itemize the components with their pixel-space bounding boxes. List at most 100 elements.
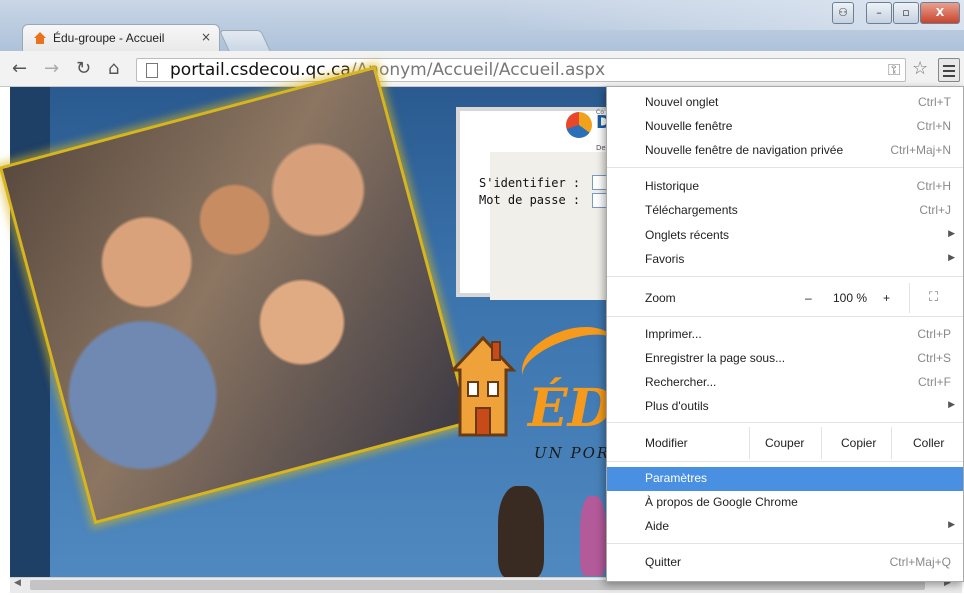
maximize-icon: ▫ xyxy=(902,6,910,19)
menu-item-shortcut: Ctrl+J xyxy=(919,203,951,217)
tab-active[interactable]: Édu-groupe - Accueil × xyxy=(22,24,220,51)
maximize-button[interactable]: ▫ xyxy=(893,2,919,24)
url-path: /Anonym/Accueil/Accueil.aspx xyxy=(350,60,606,80)
chevron-right-icon: ▶ xyxy=(948,252,955,262)
menu-item-label: Favoris xyxy=(645,252,685,266)
user-icon: ⚇ xyxy=(838,6,848,19)
menu-item-label: Onglets récents xyxy=(645,228,730,242)
chevron-right-icon: ▶ xyxy=(948,228,955,238)
brand-subtitle: UN POR xyxy=(534,444,611,462)
menu-item-shortcut: Ctrl+T xyxy=(918,95,951,109)
close-icon: X xyxy=(935,6,945,19)
menu-separator xyxy=(891,427,892,459)
tab-title: Édu-groupe - Accueil xyxy=(53,31,165,45)
menu-item-shortcut: Ctrl+S xyxy=(917,351,951,365)
chrome-menu: Nouvel onglet Ctrl+T Nouvelle fenêtre Ctrl… xyxy=(606,86,964,582)
menu-item-quit[interactable]: Quitter Ctrl+Maj+Q xyxy=(607,551,963,575)
menu-separator xyxy=(607,422,963,423)
zoom-in-button[interactable]: + xyxy=(883,291,890,305)
home-icon[interactable]: ⌂ xyxy=(108,58,119,79)
menu-item-new-window[interactable]: Nouvelle fenêtre Ctrl+N xyxy=(607,115,963,139)
menu-item-print[interactable]: Imprimer... Ctrl+P xyxy=(607,323,963,347)
logo-small-bottom: De xyxy=(596,144,606,152)
close-window-button[interactable]: X xyxy=(920,2,960,24)
menu-item-shortcut: Ctrl+Maj+N xyxy=(890,143,951,157)
menu-item-shortcut: Ctrl+P xyxy=(917,327,951,341)
menu-zoom-row: Zoom – 100 % + ⛶ xyxy=(607,283,963,313)
child-figure xyxy=(498,486,544,578)
star-icon[interactable]: ☆ xyxy=(912,58,928,79)
menu-item-bookmarks[interactable]: Favoris ▶ xyxy=(607,248,963,272)
menu-separator xyxy=(749,427,750,459)
page-icon xyxy=(146,63,158,78)
scroll-left-icon[interactable]: ◀ xyxy=(14,578,21,588)
chrome-menu-button[interactable] xyxy=(938,58,960,82)
favicon-house-icon xyxy=(34,32,46,44)
menu-item-downloads[interactable]: Téléchargements Ctrl+J xyxy=(607,199,963,223)
url-text[interactable]: portail.csdecou.qc.ca/Anonym/Accueil/Acc… xyxy=(170,60,605,80)
logo-icon xyxy=(566,112,592,138)
menu-item-label: Paramètres xyxy=(645,471,708,485)
menu-separator xyxy=(607,167,963,168)
menu-item-shortcut: Ctrl+H xyxy=(916,179,951,193)
menu-item-label: Nouvelle fenêtre xyxy=(645,119,733,133)
menu-separator xyxy=(607,543,963,544)
menu-item-label: Historique xyxy=(645,179,700,193)
menu-item-settings[interactable]: Paramètres xyxy=(607,467,963,491)
reload-icon[interactable]: ↻ xyxy=(76,58,91,79)
house-logo-icon xyxy=(449,335,517,437)
menu-item-new-tab[interactable]: Nouvel onglet Ctrl+T xyxy=(607,91,963,115)
url-host: portail.csdecou.qc.ca xyxy=(170,60,351,80)
chevron-right-icon: ▶ xyxy=(948,399,955,409)
menu-item-help[interactable]: Aide ▶ xyxy=(607,515,963,539)
menu-item-label: Nouvel onglet xyxy=(645,95,719,109)
menu-separator xyxy=(909,283,910,313)
menu-item-label: Enregistrer la page sous... xyxy=(645,351,786,365)
copy-button[interactable]: Copier xyxy=(841,436,876,450)
password-label: Mot de passe : xyxy=(479,193,581,207)
menu-bar-icon xyxy=(943,75,955,77)
username-label: S'identifier : xyxy=(479,176,581,190)
menu-item-label: Aide xyxy=(645,519,670,533)
menu-item-save-page[interactable]: Enregistrer la page sous... Ctrl+S xyxy=(607,347,963,371)
menu-separator xyxy=(607,316,963,317)
menu-item-label: À propos de Google Chrome xyxy=(645,495,798,509)
minimize-button[interactable]: – xyxy=(866,2,892,24)
forward-arrow-icon[interactable]: → xyxy=(44,58,59,79)
cut-button[interactable]: Couper xyxy=(765,436,804,450)
back-arrow-icon[interactable]: ← xyxy=(12,58,27,79)
zoom-label: Zoom xyxy=(645,291,676,305)
menu-item-shortcut: Ctrl+F xyxy=(918,375,951,389)
menu-item-label: Imprimer... xyxy=(645,327,702,341)
menu-item-label: Rechercher... xyxy=(645,375,717,389)
edit-label: Modifier xyxy=(645,436,688,450)
menu-bar-icon xyxy=(943,70,955,72)
child-figure xyxy=(580,496,606,576)
close-tab-icon[interactable]: × xyxy=(201,30,211,44)
paste-button[interactable]: Coller xyxy=(913,436,944,450)
zoom-out-button[interactable]: – xyxy=(805,291,812,305)
menu-separator xyxy=(821,427,822,459)
minimize-icon: – xyxy=(876,6,882,19)
menu-item-history[interactable]: Historique Ctrl+H xyxy=(607,175,963,199)
zoom-level: 100 % xyxy=(833,291,868,305)
menu-item-shortcut: Ctrl+Maj+Q xyxy=(889,555,951,569)
menu-item-more-tools[interactable]: Plus d'outils ▶ xyxy=(607,395,963,419)
menu-item-label: Plus d'outils xyxy=(645,399,709,413)
menu-item-incognito[interactable]: Nouvelle fenêtre de navigation privée Ctr… xyxy=(607,139,963,163)
key-icon[interactable]: ⚿ xyxy=(888,60,900,80)
menu-item-shortcut: Ctrl+N xyxy=(916,119,951,133)
fullscreen-icon[interactable]: ⛶ xyxy=(929,289,938,305)
menu-edit-row: Modifier Couper Copier Coller xyxy=(607,427,963,459)
menu-separator xyxy=(607,276,963,277)
menu-item-label: Nouvelle fenêtre de navigation privée xyxy=(645,143,844,157)
user-button[interactable]: ⚇ xyxy=(832,2,854,24)
menu-item-about[interactable]: À propos de Google Chrome xyxy=(607,491,963,515)
menu-item-label: Téléchargements xyxy=(645,203,738,217)
menu-item-find[interactable]: Rechercher... Ctrl+F xyxy=(607,371,963,395)
brand-text: ÉD xyxy=(528,378,613,439)
menu-separator xyxy=(607,461,963,462)
menu-item-recent-tabs[interactable]: Onglets récents ▶ xyxy=(607,224,963,248)
menu-item-label: Quitter xyxy=(645,555,682,569)
chevron-right-icon: ▶ xyxy=(948,519,955,529)
